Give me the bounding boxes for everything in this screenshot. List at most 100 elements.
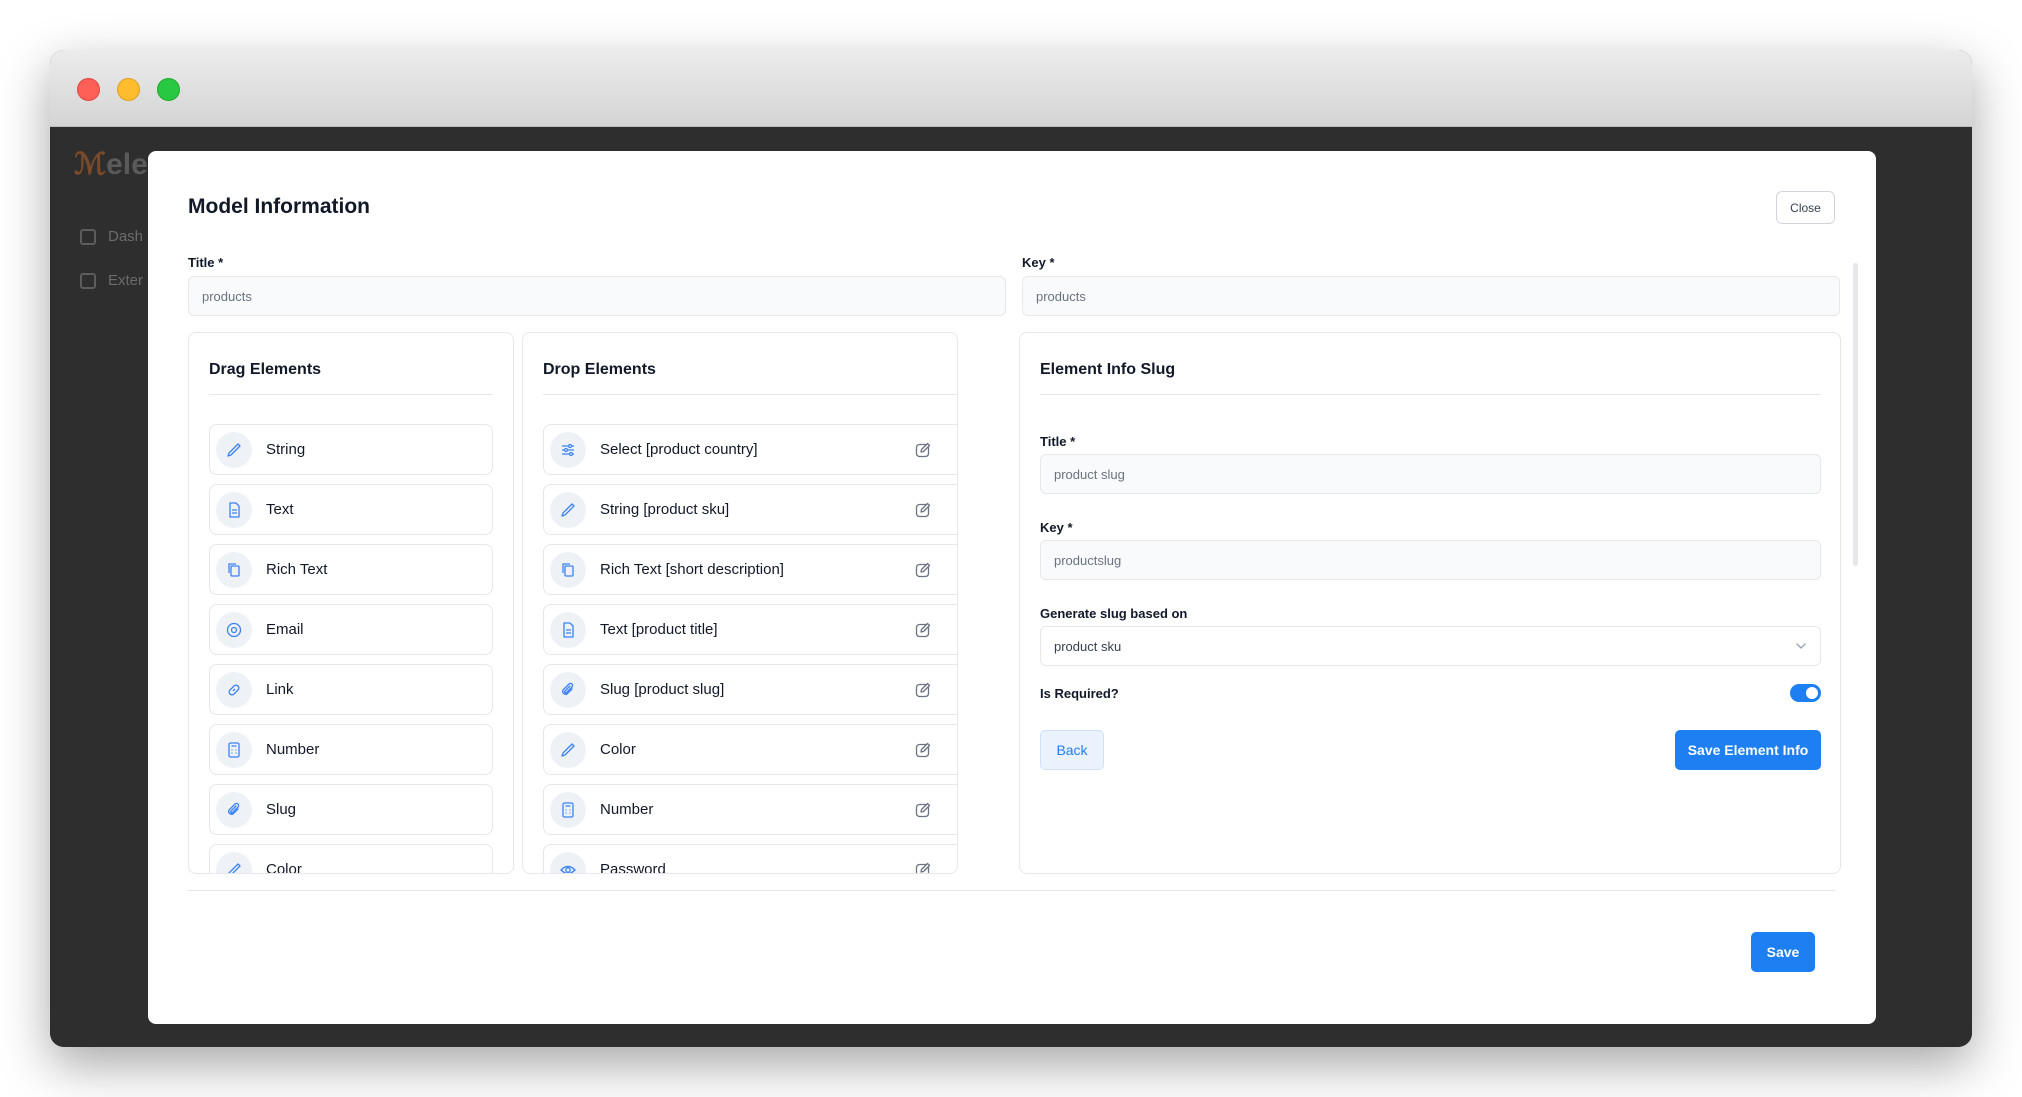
drop-element-item[interactable]: Password (543, 844, 958, 875)
panel-title: Drop Elements (543, 361, 656, 378)
element-label: Password (600, 861, 666, 874)
calculator-icon (216, 731, 252, 768)
divider (1040, 394, 1821, 395)
close-button[interactable]: Close (1776, 191, 1835, 224)
trash-icon[interactable] (957, 860, 958, 875)
toggle-knob (1806, 687, 1818, 699)
pencil-icon (216, 851, 252, 873)
modal-title: Model Information (188, 195, 370, 218)
element-label: String (266, 441, 306, 458)
edit-icon[interactable] (913, 800, 933, 820)
document-icon (550, 611, 586, 648)
element-label: Slug [product slug] (600, 681, 725, 698)
item-actions (913, 785, 958, 834)
drop-element-item[interactable]: Text [product title] (543, 604, 958, 655)
element-label: Select [product country] (600, 441, 758, 458)
footer-divider (188, 890, 1835, 891)
paperclip-icon (216, 791, 252, 828)
edit-icon[interactable] (913, 860, 933, 873)
drop-element-item[interactable]: Select [product country] (543, 424, 958, 475)
close-window-button[interactable] (77, 78, 100, 101)
title-input[interactable]: products (188, 276, 1006, 316)
at-sign-icon (216, 611, 252, 648)
item-actions (913, 605, 958, 654)
trash-icon[interactable] (957, 680, 958, 700)
slug-source-value: product sku (1054, 638, 1122, 654)
element-key-input[interactable]: productslug (1040, 540, 1821, 580)
element-title-input[interactable]: product slug (1040, 454, 1821, 494)
save-button[interactable]: Save (1751, 932, 1815, 972)
trash-icon[interactable] (957, 560, 958, 580)
item-actions (913, 425, 958, 474)
element-label: Number (600, 801, 654, 818)
trash-icon[interactable] (957, 800, 958, 820)
scrollbar[interactable] (1853, 263, 1858, 566)
edit-icon[interactable] (913, 560, 933, 580)
drop-element-item[interactable]: Color (543, 724, 958, 775)
key-input[interactable]: products (1022, 276, 1840, 316)
trash-icon[interactable] (957, 440, 958, 460)
paperclip-icon (550, 671, 586, 708)
drop-element-item[interactable]: Slug [product slug] (543, 664, 958, 715)
drag-element-item[interactable]: Rich Text (209, 544, 493, 595)
panel-title: Element Info Slug (1040, 361, 1176, 378)
edit-icon[interactable] (913, 440, 933, 460)
minimize-window-button[interactable] (117, 78, 140, 101)
drag-element-item[interactable]: Email (209, 604, 493, 655)
drag-element-item[interactable]: Slug (209, 784, 493, 835)
chevron-down-icon (1795, 640, 1807, 652)
pencil-icon (550, 491, 586, 528)
drop-element-item[interactable]: Rich Text [short description] (543, 544, 958, 595)
trash-icon[interactable] (957, 740, 958, 760)
element-label: Link (266, 681, 294, 698)
item-actions (913, 665, 958, 714)
trash-icon[interactable] (957, 620, 958, 640)
drag-element-item[interactable]: Link (209, 664, 493, 715)
edit-icon[interactable] (913, 680, 933, 700)
element-label: Color (600, 741, 636, 758)
slug-source-select[interactable]: product sku (1040, 626, 1821, 666)
drag-elements-panel: Drag Elements String Text Rich Text Email Li… (188, 332, 514, 874)
drop-element-item[interactable]: Number (543, 784, 958, 835)
element-label: Slug (266, 801, 297, 818)
link-icon (216, 671, 252, 708)
drag-element-item[interactable]: Color (209, 844, 493, 873)
element-key-label: Key * (1040, 520, 1073, 535)
element-label: Rich Text [short description] (600, 561, 784, 578)
save-element-info-button[interactable]: Save Element Info (1675, 730, 1821, 770)
back-button[interactable]: Back (1040, 730, 1104, 770)
edit-icon[interactable] (913, 620, 933, 640)
sliders-icon (550, 431, 586, 468)
copy-icon (550, 551, 586, 588)
drag-element-item[interactable]: String (209, 424, 493, 475)
element-label: Rich Text (266, 561, 328, 578)
drag-element-item[interactable]: Number (209, 724, 493, 775)
trash-icon[interactable] (957, 500, 958, 520)
drag-element-item[interactable]: Text (209, 484, 493, 535)
pencil-icon (216, 431, 252, 468)
key-label: Key * (1022, 255, 1055, 270)
bg-nav-item-dashboard[interactable]: Dash (80, 228, 143, 245)
document-icon (216, 491, 252, 528)
is-required-toggle[interactable] (1790, 684, 1821, 702)
element-info-panel: Element Info Slug Title * product slug K… (1019, 332, 1841, 874)
item-actions (913, 485, 958, 534)
element-label: Email (266, 621, 304, 638)
drop-element-item[interactable]: String [product sku] (543, 484, 958, 535)
element-label: Text [product title] (600, 621, 718, 638)
bg-nav-item-external[interactable]: Exter (80, 272, 143, 289)
edit-icon[interactable] (913, 740, 933, 760)
element-label: String [product sku] (600, 501, 730, 518)
item-actions (913, 845, 958, 875)
edit-icon[interactable] (913, 500, 933, 520)
item-actions (913, 545, 958, 594)
pencil-icon (550, 731, 586, 768)
bg-nav-label: Dash (108, 228, 144, 245)
element-label: Text (266, 501, 294, 518)
drop-elements-panel: Drop Elements Select [product country] St… (522, 332, 958, 874)
element-title-label: Title * (1040, 434, 1076, 449)
model-information-modal: Model Information Close Title * products… (148, 151, 1876, 1024)
maximize-window-button[interactable] (157, 78, 180, 101)
title-label: Title * (188, 255, 224, 270)
grid-icon (80, 228, 96, 245)
